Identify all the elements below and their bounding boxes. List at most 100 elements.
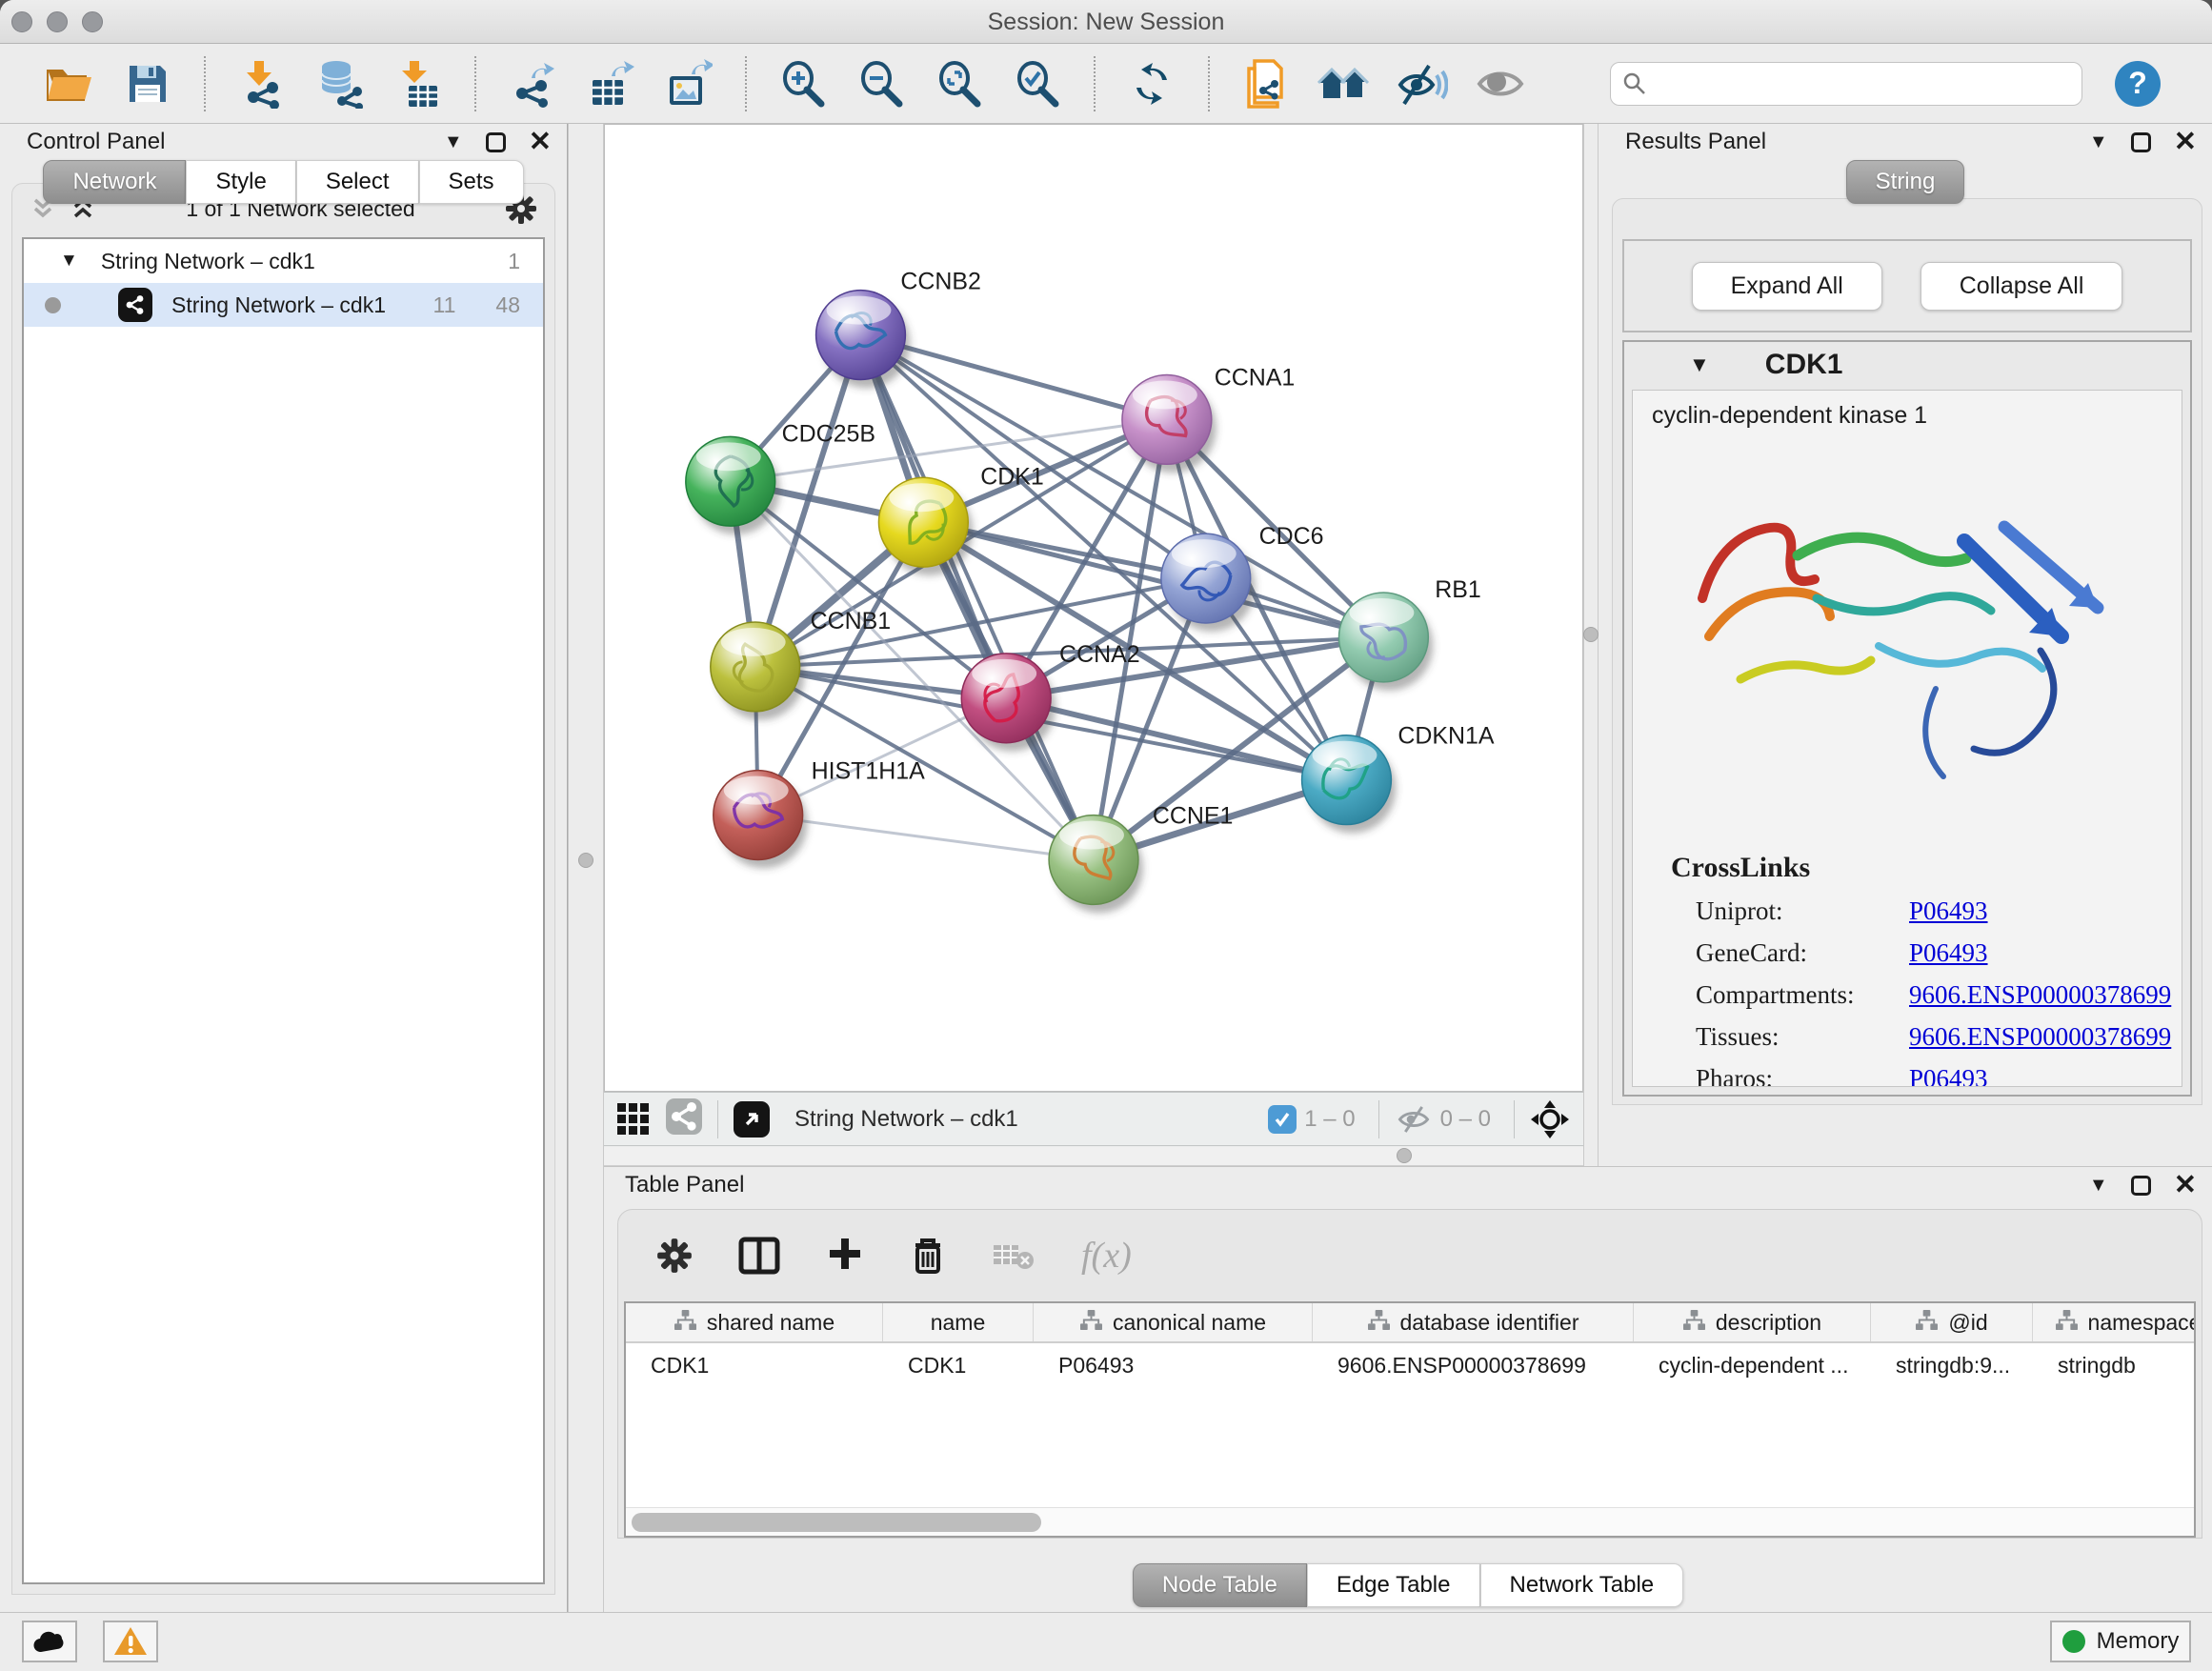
zoom-selected-icon[interactable] [1010, 53, 1065, 114]
collapse-all-button[interactable]: Collapse All [1920, 262, 2123, 311]
memory-button[interactable]: Memory [2050, 1621, 2191, 1662]
crosslink-link[interactable]: P06493 [1909, 938, 1988, 968]
panel-menu-icon[interactable]: ▼ [444, 132, 463, 151]
horizontal-splitter-handle[interactable] [1397, 1148, 1412, 1163]
warning-button[interactable] [103, 1621, 158, 1662]
help-button[interactable]: ? [2115, 61, 2161, 107]
tab-select[interactable]: Select [296, 160, 419, 204]
detach-view-icon[interactable] [734, 1101, 770, 1137]
node-CCNE1[interactable]: CCNE1 [1049, 803, 1233, 914]
table-cell[interactable]: CDK1 [626, 1343, 883, 1387]
right-splitter-handle[interactable] [1583, 627, 1599, 642]
node-CDKN1A[interactable]: CDKN1A [1302, 723, 1495, 834]
column-header--id[interactable]: @id [1871, 1303, 2033, 1341]
table-cell[interactable]: cyclin-dependent ... [1634, 1343, 1871, 1387]
edge-CCNE1-HIST1H1A[interactable] [758, 815, 1094, 860]
tab-string[interactable]: String [1846, 160, 1965, 204]
network-collection-row[interactable]: ▼ String Network – cdk1 1 [24, 239, 543, 283]
column-header-database-identifier[interactable]: database identifier [1313, 1303, 1634, 1341]
panel-float-icon[interactable] [2131, 132, 2151, 152]
table-cell[interactable]: stringdb:9... [1871, 1343, 2033, 1387]
panel-float-icon[interactable] [486, 132, 506, 152]
search-field[interactable] [1610, 62, 2082, 106]
node-CDK1[interactable]: CDK1 [878, 463, 1043, 575]
column-header-description[interactable]: description [1634, 1303, 1871, 1341]
node-CCNB2[interactable]: CCNB2 [816, 269, 981, 389]
column-header-shared-name[interactable]: shared name [626, 1303, 883, 1341]
table-cell[interactable]: 9606.ENSP00000378699 [1313, 1343, 1634, 1387]
panel-close-icon[interactable]: ✕ [2174, 129, 2197, 156]
table-settings-gear-icon[interactable] [656, 1238, 693, 1274]
column-label: name [931, 1310, 986, 1336]
crosslink-link[interactable]: P06493 [1909, 896, 1988, 926]
expand-all-button[interactable]: Expand All [1692, 262, 1882, 311]
node-RB1[interactable]: RB1 [1338, 576, 1480, 691]
grid-view-icon[interactable] [617, 1103, 649, 1135]
column-header-canonical-name[interactable]: canonical name [1034, 1303, 1313, 1341]
tab-style[interactable]: Style [186, 160, 295, 204]
edge-CCNA2-CDKN1A[interactable] [1006, 698, 1346, 780]
zoom-fit-icon[interactable] [932, 53, 987, 114]
tab-node-table[interactable]: Node Table [1133, 1563, 1307, 1607]
save-session-icon[interactable] [120, 53, 175, 114]
network-canvas[interactable]: CCNB2CCNA1CDC25BCDK1CDC6RB1CCNB1CCNA2CDK… [604, 124, 1583, 1092]
clone-network-icon[interactable] [1238, 53, 1294, 114]
import-network-icon[interactable] [234, 53, 290, 114]
crosslink-link[interactable]: 9606.ENSP00000378699 [1909, 980, 2171, 1010]
open-session-icon[interactable] [42, 53, 97, 114]
section-collapse-icon[interactable]: ▼ [1689, 354, 1710, 375]
delete-column-icon[interactable] [910, 1236, 946, 1276]
show-columns-icon[interactable] [738, 1237, 780, 1275]
hide-selected-eye-icon[interactable] [1395, 53, 1450, 114]
scrollbar-thumb[interactable] [632, 1513, 1041, 1532]
cloud-button[interactable] [22, 1621, 77, 1662]
tree-expand-icon[interactable]: ▼ [60, 251, 78, 272]
panel-close-icon[interactable]: ✕ [2174, 1172, 2197, 1199]
table-row[interactable]: CDK1CDK1P064939606.ENSP00000378699cyclin… [626, 1343, 2194, 1387]
panel-menu-icon[interactable]: ▼ [2089, 132, 2108, 151]
table-cell[interactable]: P06493 [1034, 1343, 1313, 1387]
export-image-icon[interactable] [661, 53, 716, 114]
column-header-name[interactable]: name [883, 1303, 1034, 1341]
left-splitter[interactable] [568, 124, 604, 1612]
table-cell[interactable]: CDK1 [883, 1343, 1034, 1387]
column-header-namespace[interactable]: namespace [2033, 1303, 2196, 1341]
tab-network-table[interactable]: Network Table [1480, 1563, 1684, 1607]
table-horizontal-scrollbar[interactable] [626, 1507, 2194, 1536]
import-table-icon[interactable] [391, 53, 446, 114]
panel-menu-icon[interactable]: ▼ [2089, 1176, 2108, 1195]
show-hidden-eye-icon[interactable] [1473, 53, 1528, 114]
import-network-database-icon[interactable] [312, 53, 368, 114]
tab-sets[interactable]: Sets [419, 160, 524, 204]
hidden-items-eye-icon[interactable] [1395, 1104, 1433, 1135]
selected-items-icon[interactable] [1268, 1105, 1297, 1134]
table-cell[interactable]: stringdb [2033, 1343, 2196, 1387]
horizontal-splitter[interactable] [604, 1147, 1583, 1166]
left-splitter-handle[interactable] [578, 853, 593, 868]
tab-network[interactable]: Network [43, 160, 186, 204]
node-section-header[interactable]: ▼ CDK1 [1624, 342, 2190, 388]
network-row-selected[interactable]: String Network – cdk1 11 48 [24, 283, 543, 327]
crosslink-link[interactable]: 9606.ENSP00000378699 [1909, 1022, 2171, 1052]
zoom-out-icon[interactable] [854, 53, 909, 114]
panel-close-icon[interactable]: ✕ [529, 129, 552, 156]
export-table-icon[interactable] [583, 53, 638, 114]
function-builder-icon[interactable]: f(x) [1081, 1235, 1132, 1277]
zoom-in-icon[interactable] [775, 53, 831, 114]
search-input[interactable] [1655, 70, 2070, 97]
node-HIST1H1A[interactable]: HIST1H1A [714, 758, 925, 869]
tab-edge-table[interactable]: Edge Table [1307, 1563, 1480, 1607]
delete-table-icon[interactable] [992, 1239, 1036, 1272]
node-CCNA1[interactable]: CCNA1 [1122, 364, 1295, 473]
home-networks-icon[interactable] [1317, 53, 1372, 114]
panel-float-icon[interactable] [2131, 1176, 2151, 1196]
right-splitter[interactable] [1583, 124, 1599, 1166]
refresh-icon[interactable] [1124, 53, 1179, 114]
string-network-graph[interactable]: CCNB2CCNA1CDC25BCDK1CDC6RB1CCNB1CCNA2CDK… [605, 125, 1582, 1091]
crosslink-link[interactable]: P06493 [1909, 1064, 1988, 1087]
export-network-icon[interactable] [505, 53, 560, 114]
network-share-icon[interactable] [666, 1098, 702, 1139]
add-column-icon[interactable] [826, 1237, 864, 1275]
birds-eye-view-icon[interactable] [1530, 1099, 1570, 1139]
node-CDC25B[interactable]: CDC25B [686, 420, 875, 534]
